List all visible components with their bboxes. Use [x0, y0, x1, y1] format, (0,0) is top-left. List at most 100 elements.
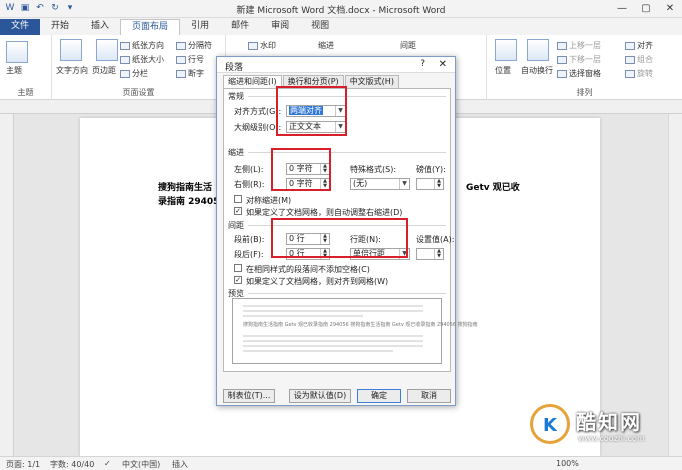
group-button[interactable]: 组合	[625, 54, 653, 65]
margins-button[interactable]: 页边距	[92, 65, 116, 76]
cancel-button[interactable]: 取消	[407, 389, 451, 403]
auto-adjust-indent-checkbox[interactable]: ✓	[234, 207, 242, 215]
position-icon[interactable]	[495, 39, 517, 61]
preview-line	[243, 310, 423, 312]
no-space-same-style-checkbox[interactable]	[234, 264, 242, 272]
vertical-ruler[interactable]	[0, 114, 14, 456]
proofing-icon[interactable]: ✓	[104, 459, 111, 468]
preview-line	[243, 350, 393, 352]
theme-button[interactable]: 主题	[6, 65, 22, 76]
tab-mailings[interactable]: 邮件	[220, 19, 260, 35]
text-direction-icon[interactable]	[60, 39, 82, 61]
document-text-line1-left: 搜狗指南生活	[158, 183, 213, 193]
ok-button[interactable]: 确定	[357, 389, 401, 403]
orientation-icon	[120, 41, 130, 50]
tab-file[interactable]: 文件	[0, 19, 41, 35]
orientation-label: 纸张方向	[132, 41, 164, 50]
group-label: 组合	[637, 55, 653, 64]
title-bar: W ▣ ↶ ↻ ▾ 新建 Microsoft Word 文档.docx - Mi…	[0, 0, 682, 18]
spacing-at-input[interactable]: ▲ ▼	[416, 248, 444, 260]
ribbon-group-page-setup: 文字方向 页边距 纸张方向 纸张大小 分栏 分隔符 行号 断字 页面设置	[52, 35, 226, 100]
indent-by-label: 磅值(Y):	[416, 165, 446, 174]
status-language[interactable]: 中文(中国)	[122, 459, 160, 470]
tab-page-layout[interactable]: 页面布局	[120, 19, 181, 35]
wrap-text-icon[interactable]	[527, 39, 549, 61]
status-page[interactable]: 页面: 1/1	[6, 459, 40, 470]
dialog-title: 段落	[225, 63, 244, 73]
minimize-button[interactable]: —	[610, 0, 634, 17]
align-label: 对齐	[637, 41, 653, 50]
hyphenation-button[interactable]: 断字	[176, 68, 204, 79]
auto-adjust-indent-label: 如果定义了文档网格，则自动调整右缩进(D)	[246, 208, 403, 217]
bring-forward-icon	[557, 41, 567, 50]
send-backward-icon	[557, 55, 567, 64]
hyphenation-icon	[176, 69, 186, 78]
tab-references[interactable]: 引用	[180, 19, 220, 35]
window-controls: — ▢ ✕	[610, 0, 682, 17]
tab-review[interactable]: 审阅	[260, 19, 300, 35]
spin-icon[interactable]: ▲ ▼	[434, 179, 443, 189]
rotate-button[interactable]: 旋转	[625, 68, 653, 79]
tab-indents-spacing[interactable]: 缩进和间距(I)	[223, 75, 282, 88]
set-default-button[interactable]: 设为默认值(D)	[289, 389, 351, 403]
text-direction-button[interactable]: 文字方向	[56, 65, 88, 76]
spin-icon[interactable]: ▲ ▼	[434, 249, 443, 259]
paragraph-preview: 搜狗指南生活指南 Getv 观已收录指南 294056 搜狗指南生活指南 Get…	[232, 298, 478, 364]
preview-sample-text: 搜狗指南生活指南 Getv 观已收录指南 294056 搜狗指南生活指南 Get…	[243, 322, 478, 328]
status-mode[interactable]: 插入	[172, 459, 188, 470]
ribbon-tabs: 文件 开始 插入 页面布局 引用 邮件 审阅 视图	[0, 18, 682, 35]
hyphenation-label: 断字	[188, 69, 204, 78]
bring-forward-label: 上移一层	[569, 41, 601, 50]
margins-icon[interactable]	[96, 39, 118, 61]
align-button[interactable]: 对齐	[625, 40, 653, 51]
size-button[interactable]: 纸张大小	[120, 54, 164, 65]
theme-icon[interactable]	[6, 41, 28, 63]
breaks-button[interactable]: 分隔符	[176, 40, 212, 51]
line-numbers-button[interactable]: 行号	[176, 54, 204, 65]
highlight-box-general	[276, 86, 347, 136]
group-label-arrange: 排列	[576, 88, 593, 97]
bring-forward-button[interactable]: 上移一层	[557, 40, 601, 51]
close-window-button[interactable]: ✕	[658, 0, 682, 17]
send-backward-button[interactable]: 下移一层	[557, 54, 601, 65]
orientation-button[interactable]: 纸张方向	[120, 40, 164, 51]
vertical-scrollbar[interactable]	[668, 114, 682, 456]
dialog-close-button[interactable]: ✕	[439, 59, 447, 70]
ribbon-group-theme: 主题 主题	[0, 35, 52, 100]
mirror-indent-checkbox[interactable]	[234, 195, 242, 203]
line-numbers-icon	[176, 55, 186, 64]
special-indent-value: (无)	[353, 179, 368, 188]
tab-view[interactable]: 视图	[300, 19, 340, 35]
chevron-down-icon: ▼	[399, 179, 409, 189]
right-indent-label: 右侧(R):	[234, 180, 265, 189]
breaks-label: 分隔符	[188, 41, 212, 50]
line-numbers-label: 行号	[188, 55, 204, 64]
wrap-text-button[interactable]: 自动换行	[521, 65, 553, 76]
tabs-button[interactable]: 制表位(T)...	[223, 389, 275, 403]
watermark-button[interactable]: 水印	[248, 40, 276, 51]
group-label-page-setup: 页面设置	[122, 88, 155, 97]
maximize-button[interactable]: ▢	[634, 0, 658, 17]
position-button[interactable]: 位置	[495, 65, 511, 76]
general-section-header: 常规	[228, 92, 244, 101]
indent-label: 缩进	[318, 41, 334, 50]
tab-asian-typography[interactable]: 中文版式(H)	[344, 75, 399, 88]
columns-button[interactable]: 分栏	[120, 68, 148, 79]
help-button[interactable]: ?	[420, 59, 425, 69]
tab-home[interactable]: 开始	[40, 19, 80, 35]
spacing-section-header: 间距	[228, 221, 244, 230]
special-indent-select[interactable]: (无) ▼	[350, 178, 410, 190]
snap-to-grid-label: 如果定义了文档网格，则对齐到网格(W)	[246, 277, 389, 286]
indent-by-input[interactable]: ▲ ▼	[416, 178, 444, 190]
ribbon-group-arrange: 位置 自动换行 上移一层 下移一层 选择窗格 对齐 组合 旋转 排列	[486, 35, 682, 100]
selection-pane-button[interactable]: 选择窗格	[557, 68, 601, 79]
no-space-same-style-label: 在相同样式的段落间不添加空格(C)	[246, 265, 370, 274]
tab-insert[interactable]: 插入	[80, 19, 120, 35]
snap-to-grid-checkbox[interactable]: ✓	[234, 276, 242, 284]
special-indent-label: 特殊格式(S):	[350, 165, 397, 174]
site-watermark: K 酷知网 www.coozhi.com	[530, 402, 670, 450]
status-words[interactable]: 字数: 40/40	[50, 459, 94, 470]
status-zoom[interactable]: 100%	[556, 459, 579, 468]
document-text-line1-right: Getv 观已收	[466, 183, 520, 193]
dialog-title-bar: 段落 ? ✕	[217, 57, 455, 73]
